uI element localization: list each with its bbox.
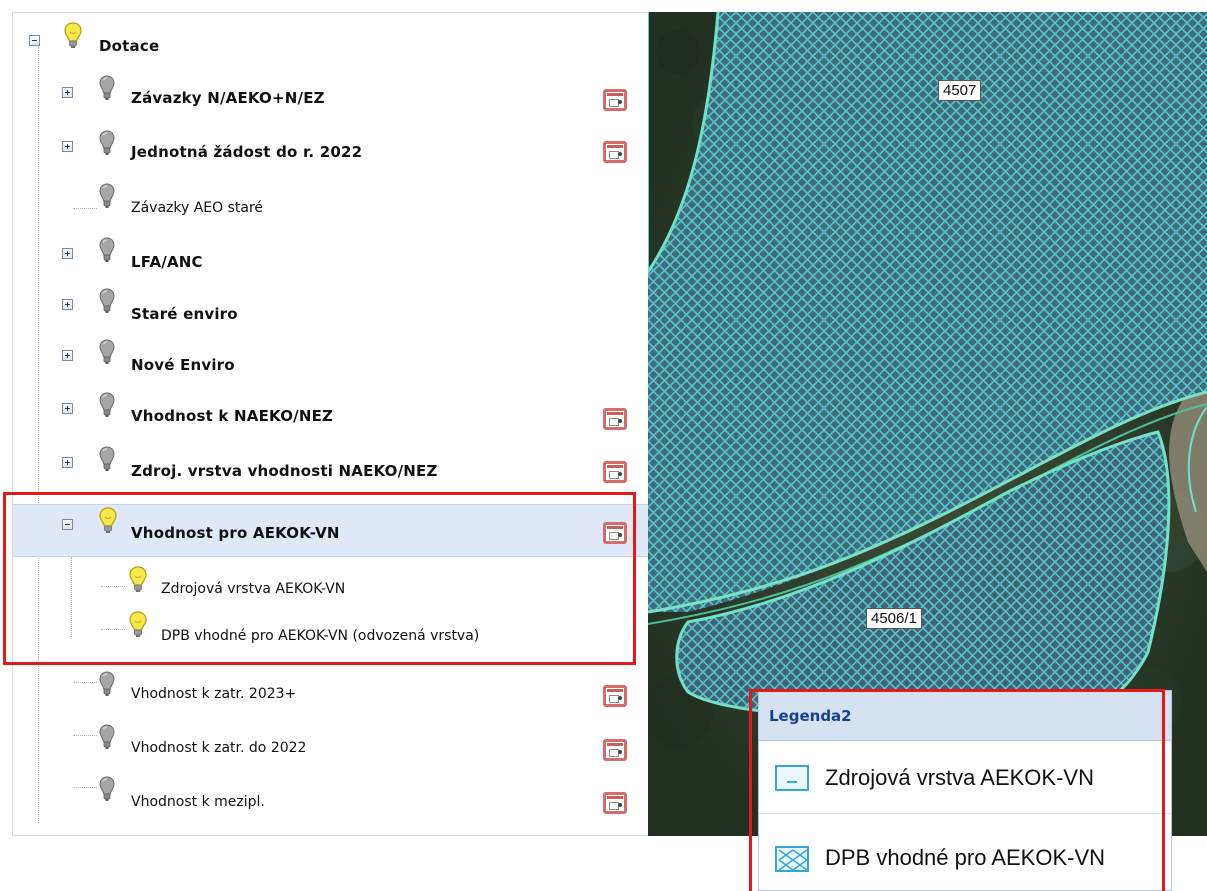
expand-toggle-icon[interactable]	[62, 87, 73, 98]
tree-node-nove-enviro[interactable]: Nové Enviro	[13, 337, 649, 389]
legend-panel: Legenda2 Zdrojová vrstva AEKOK-VN DPB vh…	[758, 690, 1172, 891]
tree-node-zavazky-aeo[interactable]: Závazky AEO staré	[13, 181, 649, 233]
expand-toggle-icon[interactable]	[62, 299, 73, 310]
layer-tree-panel: Dotace Závazky N/AEKO+N/EZ Jednotná žádo…	[12, 12, 649, 836]
lightbulb-on-icon[interactable]	[64, 22, 82, 49]
expand-toggle-icon[interactable]	[62, 403, 73, 414]
lightbulb-off-icon[interactable]	[99, 288, 115, 314]
tree-node-dpb-vhodne-aekok[interactable]: DPB vhodné pro AEKOK-VN (odvozená vrstva…	[13, 607, 649, 659]
legend-toggle-icon[interactable]	[603, 685, 627, 707]
legend-toggle-icon[interactable]	[603, 89, 627, 111]
tree-node-label: LFA/ANC	[131, 253, 203, 271]
legend-toggle-icon[interactable]	[603, 522, 627, 544]
tree-node-zdroj-vrstva-naeko[interactable]: Zdroj. vrstva vhodnosti NAEKO/NEZ	[13, 444, 649, 496]
tree-node-label: Staré enviro	[131, 305, 238, 323]
lightbulb-off-icon[interactable]	[99, 183, 115, 209]
parcel-label: 4507	[938, 80, 982, 101]
lightbulb-off-icon[interactable]	[99, 392, 115, 418]
legend-toggle-icon[interactable]	[603, 141, 627, 163]
legend-title: Legenda2	[769, 707, 852, 725]
tree-node-vhodnost-aekok-vn[interactable]: Vhodnost pro AEKOK-VN	[13, 504, 649, 557]
tree-node-label: Nové Enviro	[131, 356, 235, 374]
tree-node-label: Závazky AEO staré	[131, 200, 264, 216]
tree-node-vhodnost-zatr-2023[interactable]: Vhodnost k zatr. 2023+	[13, 669, 649, 721]
legend-item-label: DPB vhodné pro AEKOK-VN	[825, 845, 1106, 870]
legend-toggle-icon[interactable]	[603, 792, 627, 814]
lightbulb-off-icon[interactable]	[99, 75, 115, 101]
expand-toggle-icon[interactable]	[62, 457, 73, 468]
tree-node-label: Vhodnost k zatr. do 2022	[131, 740, 307, 756]
legend-item-label: Zdrojová vrstva AEKOK-VN	[825, 765, 1094, 790]
tree-node-label: Vhodnost k mezipl.	[131, 794, 265, 810]
tree-node-stare-enviro[interactable]: Staré enviro	[13, 286, 649, 338]
tree-node-zavazky-naeko[interactable]: Závazky N/AEKO+N/EZ	[13, 73, 649, 125]
tree-node-vhodnost-naeko[interactable]: Vhodnost k NAEKO/NEZ	[13, 390, 649, 442]
lightbulb-off-icon[interactable]	[99, 237, 115, 263]
lightbulb-off-icon[interactable]	[99, 446, 115, 472]
tree-node-vhodnost-zatr-2022[interactable]: Vhodnost k zatr. do 2022	[13, 722, 649, 774]
lightbulb-off-icon[interactable]	[99, 724, 115, 750]
expand-toggle-icon[interactable]	[62, 350, 73, 361]
lightbulb-on-icon[interactable]	[129, 611, 147, 638]
legend-header: Legenda2	[759, 691, 1171, 741]
lightbulb-off-icon[interactable]	[99, 339, 115, 365]
legend-separator	[759, 813, 1171, 814]
polygon-outline-icon	[775, 765, 809, 791]
tree-node-label: Zdroj. vrstva vhodnosti NAEKO/NEZ	[131, 462, 438, 480]
legend-item: Zdrojová vrstva AEKOK-VN	[759, 753, 1171, 803]
collapse-toggle-icon[interactable]	[62, 519, 73, 530]
parcel-label: 4506/1	[866, 608, 922, 629]
lightbulb-on-icon[interactable]	[129, 566, 147, 593]
tree-node-label: Zdrojová vrstva AEKOK-VN	[161, 581, 346, 597]
collapse-toggle-icon[interactable]	[29, 35, 40, 46]
tree-node-lfa-anc[interactable]: LFA/ANC	[13, 235, 649, 287]
expand-toggle-icon[interactable]	[62, 248, 73, 259]
tree-node-label: Závazky N/AEKO+N/EZ	[131, 89, 325, 107]
tree-node-label: Vhodnost pro AEKOK-VN	[131, 524, 340, 542]
tree-node-label: DPB vhodné pro AEKOK-VN (odvozená vrstva…	[161, 628, 480, 644]
tree-node-label: Vhodnost k NAEKO/NEZ	[131, 407, 334, 425]
tree-node-dotace[interactable]: Dotace	[13, 21, 649, 73]
tree-node-zdrojova-vrstva-aekok[interactable]: Zdrojová vrstva AEKOK-VN	[13, 561, 649, 613]
expand-toggle-icon[interactable]	[62, 141, 73, 152]
lightbulb-off-icon[interactable]	[99, 671, 115, 697]
tree-node-label: Vhodnost k zatr. 2023+	[131, 686, 297, 702]
tree-node-label: Jednotná žádost do r. 2022	[131, 143, 363, 161]
legend-toggle-icon[interactable]	[603, 461, 627, 483]
lightbulb-on-icon[interactable]	[99, 507, 117, 534]
lightbulb-off-icon[interactable]	[99, 776, 115, 802]
tree-node-vhodnost-mezipl[interactable]: Vhodnost k mezipl.	[13, 774, 649, 826]
legend-item: DPB vhodné pro AEKOK-VN	[759, 835, 1171, 885]
legend-toggle-icon[interactable]	[603, 739, 627, 761]
legend-toggle-icon[interactable]	[603, 408, 627, 430]
hatched-polygon-icon	[775, 846, 809, 872]
lightbulb-off-icon[interactable]	[99, 130, 115, 156]
tree-node-label: Dotace	[99, 37, 160, 55]
tree-node-jednotna-zadost[interactable]: Jednotná žádost do r. 2022	[13, 128, 649, 180]
